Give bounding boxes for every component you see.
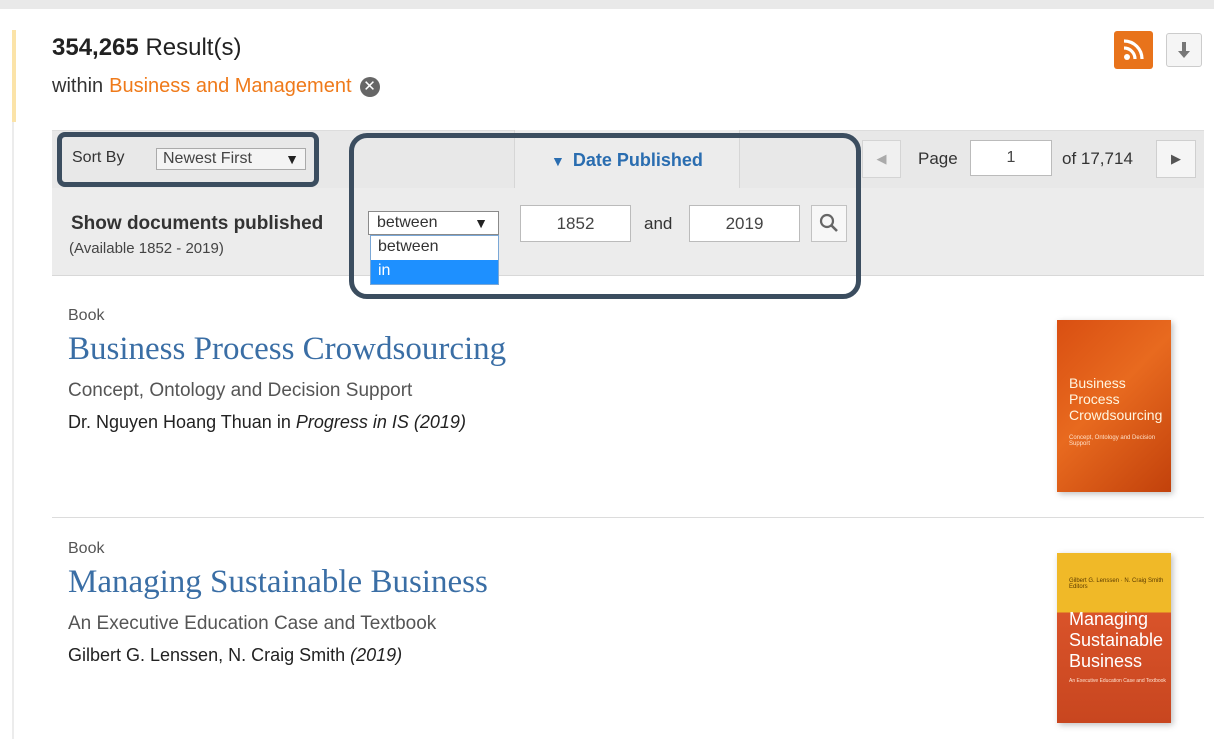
rss-button[interactable] [1114, 31, 1153, 69]
cover-title: Business Process Crowdsourcing [1069, 375, 1163, 423]
left-accent-bar [12, 30, 16, 122]
x-circle-icon[interactable]: ✕ [359, 76, 380, 97]
scope-prefix: within [52, 75, 104, 97]
result-year: (2019) [350, 645, 403, 665]
page-label: Page [918, 149, 958, 168]
result-authors-line: Dr. Nguyen Hoang Thuan in Progress in IS… [68, 412, 506, 433]
result-type: Book [68, 307, 105, 324]
book-cover-image[interactable]: Gilbert G. Lenssen · N. Craig Smith Edit… [1057, 553, 1171, 723]
cover-title: Managing Sustainable Business [1069, 609, 1164, 671]
result-source-link[interactable]: Progress in IS (2019) [296, 412, 466, 432]
chevron-down-icon: ▼ [474, 215, 488, 231]
result-authors[interactable]: Gilbert G. Lenssen, N. Craig Smith [68, 645, 345, 665]
chevron-down-icon: ▼ [285, 151, 299, 167]
date-mode-option-between[interactable]: between [371, 236, 498, 260]
scope-category-link[interactable]: Business and Management [109, 75, 351, 98]
download-icon [1178, 42, 1190, 58]
from-year-input[interactable]: 1852 [520, 205, 631, 242]
result-title-link[interactable]: Managing Sustainable Business [68, 564, 488, 601]
chevron-left-icon: ◀ [876, 151, 887, 166]
rss-icon [1123, 39, 1144, 60]
results-scope: within Business and Management ✕ [52, 75, 380, 98]
chevron-right-icon: ▶ [1171, 151, 1181, 166]
result-item: Book Managing Sustainable Business An Ex… [68, 540, 488, 666]
sort-by-label: Sort By [72, 149, 125, 166]
date-range-available: (Available 1852 - 2019) [69, 240, 224, 257]
results-count-number: 354,265 [52, 34, 139, 61]
tab-date-published[interactable]: ▼ Date Published [514, 130, 740, 188]
result-authors[interactable]: Dr. Nguyen Hoang Thuan [68, 412, 272, 432]
date-mode-dropdown: between in [370, 235, 499, 285]
and-label: and [644, 214, 673, 233]
result-in-word: in [276, 412, 291, 432]
page-number-input[interactable]: 1 [970, 140, 1052, 176]
search-icon [819, 213, 838, 232]
date-mode-select[interactable]: between ▼ [368, 211, 499, 235]
download-button[interactable] [1166, 33, 1202, 67]
date-filter-label: Show documents published [71, 213, 324, 234]
results-count-suffix: Result(s) [145, 34, 242, 61]
date-search-button[interactable] [811, 205, 847, 242]
tab-date-published-label: Date Published [572, 150, 703, 170]
result-divider [52, 517, 1204, 518]
result-authors-line: Gilbert G. Lenssen, N. Craig Smith (2019… [68, 645, 488, 666]
sort-selected-value: Newest First [163, 150, 252, 167]
cover-authors: Gilbert G. Lenssen · N. Craig Smith Edit… [1069, 578, 1164, 590]
to-year-input[interactable]: 2019 [689, 205, 800, 242]
cover-subtitle: An Executive Education Case and Textbook [1069, 678, 1166, 684]
result-subtitle: Concept, Ontology and Decision Support [68, 380, 413, 401]
date-mode-option-in[interactable]: in [371, 260, 498, 284]
prev-page-button[interactable]: ◀ [862, 140, 901, 178]
date-mode-selected: between [377, 214, 438, 231]
top-divider [0, 0, 1214, 9]
book-cover-image[interactable]: Business Process Crowdsourcing Concept, … [1057, 320, 1171, 492]
cover-subtitle: Concept, Ontology and Decision Support [1069, 435, 1156, 447]
result-item: Book Business Process Crowdsourcing Conc… [68, 307, 506, 433]
next-page-button[interactable]: ▶ [1156, 140, 1196, 178]
page-total: of 17,714 [1062, 149, 1133, 168]
sort-select[interactable]: Newest First ▼ [156, 148, 306, 170]
left-rail [12, 122, 14, 739]
caret-down-icon: ▼ [551, 153, 565, 169]
result-type: Book [68, 540, 105, 557]
results-count: 354,265 Result(s) [52, 34, 241, 62]
result-title-link[interactable]: Business Process Crowdsourcing [68, 331, 506, 368]
result-subtitle: An Executive Education Case and Textbook [68, 613, 437, 634]
